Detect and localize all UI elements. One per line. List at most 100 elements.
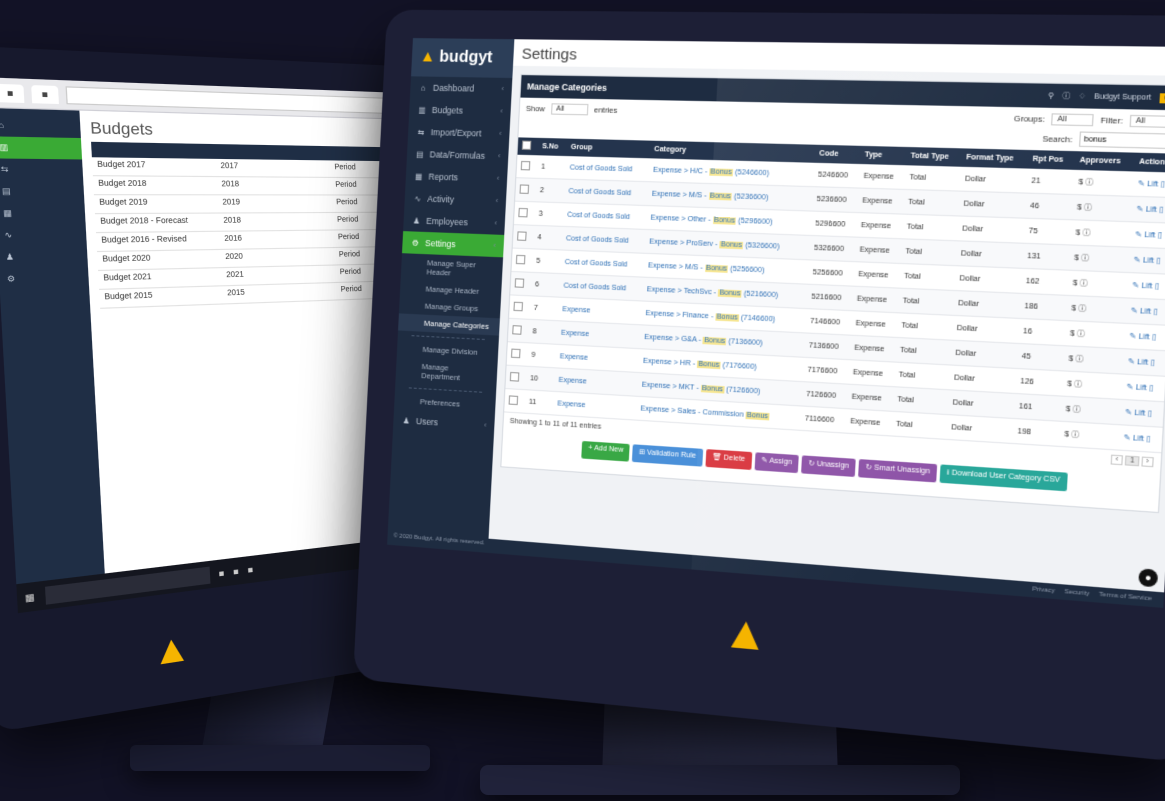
groups-select[interactable]: All xyxy=(1051,113,1095,127)
column-header[interactable]: Approvers xyxy=(1074,151,1135,172)
help-icon[interactable]: ⓘ xyxy=(1062,90,1071,101)
row-checkbox[interactable] xyxy=(504,388,526,414)
back-sidebar-item[interactable]: ♟ xyxy=(0,245,88,268)
row-approvers[interactable]: $ ⓘ xyxy=(1068,244,1130,273)
user-badge-icon[interactable]: ■ xyxy=(1159,92,1165,103)
windows-start-icon[interactable]: ▦ xyxy=(25,591,35,603)
row-approvers[interactable]: $ ⓘ xyxy=(1071,194,1133,222)
assign-button[interactable]: ✎ Assign xyxy=(754,452,799,474)
row-action-edit[interactable]: ✎ Lift ▯ xyxy=(1122,348,1165,377)
sidebar-item-dashboard[interactable]: ⌂ Dashboard ‹ xyxy=(410,76,512,100)
back-sidebar-item[interactable]: ⇆ xyxy=(0,158,83,181)
row-approvers[interactable]: $ ⓘ xyxy=(1070,219,1131,248)
column-header[interactable]: Type xyxy=(859,145,907,166)
row-approvers[interactable]: $ ⓘ xyxy=(1066,295,1127,324)
row-checkbox[interactable] xyxy=(509,294,531,320)
browser-tab[interactable]: ■ xyxy=(0,83,25,103)
row-action-edit[interactable]: ✎ Lift ▯ xyxy=(1126,272,1165,300)
category-highlight: Bonus xyxy=(708,191,733,200)
column-header[interactable]: Code xyxy=(814,144,861,165)
back-sidebar-item[interactable]: ∿ xyxy=(0,224,87,247)
column-header[interactable]: Action xyxy=(1133,152,1165,173)
back-sidebar-item-active[interactable]: ▥ xyxy=(0,136,83,160)
row-group-link[interactable]: Cost of Goods Sold xyxy=(560,249,645,278)
row-group-link[interactable]: Cost of Goods Sold xyxy=(565,156,650,182)
row-group-link[interactable]: Cost of Goods Sold xyxy=(563,179,649,206)
column-header[interactable]: Format Type xyxy=(961,148,1029,169)
back-sidebar-item[interactable]: ▦ xyxy=(0,202,86,224)
row-checkbox[interactable] xyxy=(505,365,527,390)
row-checkbox[interactable] xyxy=(511,248,533,273)
row-checkbox[interactable] xyxy=(512,224,535,249)
footer-link-terms[interactable]: Terms of Service xyxy=(1099,592,1152,603)
sidebar-item-import-export[interactable]: ⇆ Import/Export ‹ xyxy=(408,121,510,146)
sidebar-item-reports[interactable]: ▦ Reports ‹ xyxy=(405,165,507,190)
delete-button[interactable]: 🗑 Delete xyxy=(705,449,753,470)
add-new-button[interactable]: + Add New xyxy=(581,441,630,462)
column-header[interactable]: Group xyxy=(566,138,651,159)
unassign-button[interactable]: ↻ Unassign xyxy=(801,455,856,477)
row-approvers[interactable]: $ ⓘ xyxy=(1073,169,1134,197)
row-action-edit[interactable]: ✎ Lift ▯ xyxy=(1132,171,1165,198)
bell-icon[interactable]: ♢ xyxy=(1078,92,1086,101)
row-group-link[interactable]: Cost of Goods Sold xyxy=(562,202,648,230)
row-action-edit[interactable]: ✎ Lift ▯ xyxy=(1123,323,1165,351)
row-group-link[interactable]: Cost of Goods Sold xyxy=(561,226,646,254)
footer-link-privacy[interactable]: Privacy xyxy=(1032,586,1055,594)
taskbar-app-icon[interactable]: ■ xyxy=(247,564,253,575)
row-code: 7176600 xyxy=(802,357,850,385)
column-header[interactable]: Rpt Pos xyxy=(1027,150,1076,170)
sidebar-item-budgets[interactable]: ▥ Budgets ‹ xyxy=(409,98,511,122)
filter-select[interactable]: All xyxy=(1129,114,1165,128)
row-checkbox[interactable] xyxy=(510,271,532,296)
row-action-edit[interactable]: ✎ Lift ▯ xyxy=(1129,221,1165,249)
row-sno: 3 xyxy=(534,201,564,227)
back-sidebar-item[interactable]: ⚙ xyxy=(0,267,89,291)
row-approvers[interactable]: $ ⓘ xyxy=(1067,270,1129,298)
footer-link-security[interactable]: Security xyxy=(1064,589,1090,598)
brand-logo[interactable]: ▲ budgyt xyxy=(411,38,515,79)
smart-unassign-button[interactable]: ↻ Smart Unassign xyxy=(858,459,937,483)
column-header[interactable]: Total Type xyxy=(905,146,963,167)
row-action-edit[interactable]: ✎ Lift ▯ xyxy=(1128,247,1165,275)
search-icon[interactable]: ⚲ xyxy=(1048,91,1054,100)
sidebar-item-data-formulas[interactable]: ▤ Data/Formulas ‹ xyxy=(407,143,509,168)
pager-next[interactable]: › xyxy=(1141,456,1154,468)
row-approvers[interactable]: $ ⓘ xyxy=(1060,396,1121,425)
category-suffix: (7146600) xyxy=(738,313,776,323)
row-checkbox[interactable] xyxy=(515,177,537,202)
back-sidebar-item[interactable]: ⌂ xyxy=(0,115,81,138)
browser-tab[interactable]: ■ xyxy=(30,84,59,104)
row-action-edit[interactable]: ✎ Lift ▯ xyxy=(1130,196,1165,224)
row-action-edit[interactable]: ✎ Lift ▯ xyxy=(1120,374,1165,402)
taskbar-app-icon[interactable]: ■ xyxy=(218,568,224,579)
row-approvers[interactable]: $ ⓘ xyxy=(1059,421,1120,451)
taskbar-app-icon[interactable]: ■ xyxy=(233,566,239,577)
row-action-edit[interactable]: ✎ Lift ▯ xyxy=(1125,297,1165,326)
select-all-checkbox[interactable] xyxy=(517,137,539,156)
column-header[interactable]: S.No xyxy=(537,137,568,157)
row-code: 5236600 xyxy=(811,186,859,213)
pager-page[interactable]: 1 xyxy=(1125,455,1140,467)
row-checkbox[interactable] xyxy=(513,201,536,226)
row-checkbox[interactable] xyxy=(506,341,528,367)
row-approvers[interactable]: $ ⓘ xyxy=(1061,370,1123,400)
pager-prev[interactable]: ‹ xyxy=(1110,454,1124,466)
row-approvers[interactable]: $ ⓘ xyxy=(1064,320,1126,349)
download-csv-button[interactable]: ⭳ Download User Category CSV xyxy=(939,464,1068,492)
row-action-edit[interactable]: ✎ Lift ▯ xyxy=(1119,399,1165,428)
submenu-manage-department[interactable]: Manage Department xyxy=(395,356,497,388)
row-code: 5246600 xyxy=(813,162,860,189)
row-checkbox[interactable] xyxy=(507,318,530,343)
validation-rule-button[interactable]: ⊞ Validation Rule xyxy=(632,444,703,467)
show-entries-select[interactable]: All xyxy=(550,103,589,116)
row-action-edit[interactable]: ✎ Lift ▯ xyxy=(1118,424,1163,453)
activity-icon: ∿ xyxy=(414,193,422,204)
row-checkbox[interactable] xyxy=(516,154,538,179)
submenu-manage-categories[interactable]: Manage Categories xyxy=(398,313,500,336)
row-sno: 1 xyxy=(536,155,567,180)
user-menu[interactable]: Budgyt Support xyxy=(1094,93,1151,102)
back-sidebar-item[interactable]: ▤ xyxy=(0,180,84,202)
search-input[interactable] xyxy=(1078,131,1165,150)
row-approvers[interactable]: $ ⓘ xyxy=(1063,345,1124,375)
